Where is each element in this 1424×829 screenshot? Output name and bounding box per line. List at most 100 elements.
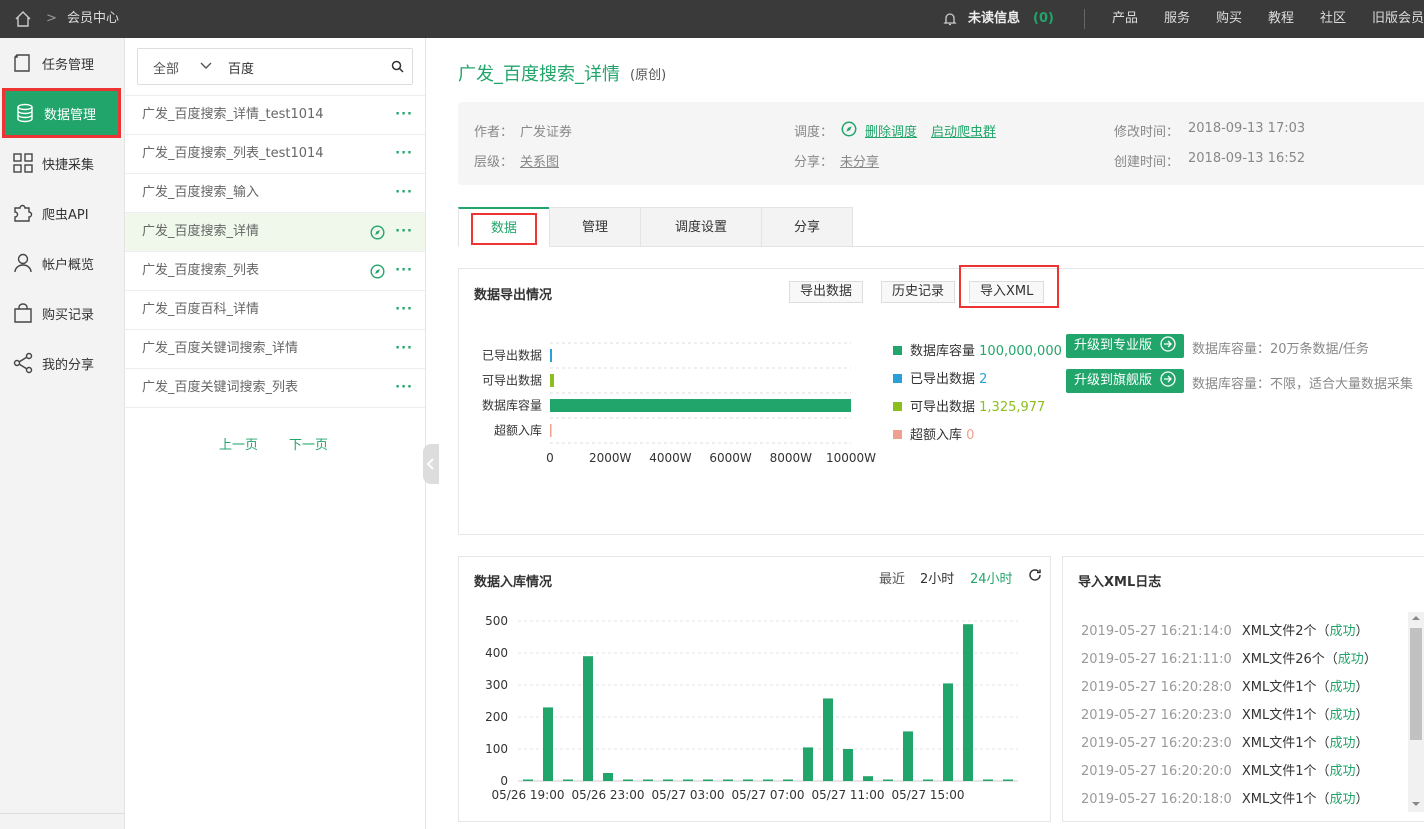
unread-label[interactable]: 未读信息 (968, 0, 1020, 38)
delete-schedule-link[interactable]: 删除调度 (865, 121, 917, 140)
bell-icon[interactable] (942, 0, 958, 38)
tab-share[interactable]: 分享 (761, 207, 853, 247)
range-24h-option[interactable]: 24小时 (970, 568, 1013, 587)
export-title: 数据导出情况 (474, 288, 553, 303)
log-row: 2019-05-27 16:20:23:0 XML文件1个（成功） (1081, 732, 1369, 751)
list-item[interactable]: 广发_百度百科_详情 ··· (125, 291, 425, 330)
compass-icon[interactable] (370, 225, 385, 240)
scrollbar-thumb[interactable] (1410, 628, 1422, 740)
sidebar-item-account[interactable]: 帐户概览 (0, 238, 125, 288)
legend-swatch (893, 374, 902, 383)
bar (703, 779, 713, 781)
more-icon[interactable]: ··· (395, 291, 413, 329)
nav-services[interactable]: 服务 (1164, 0, 1190, 38)
list-item[interactable]: 广发_百度搜索_输入 ··· (125, 174, 425, 213)
more-icon[interactable]: ··· (395, 213, 413, 251)
prev-page-link[interactable]: 上一页 (219, 434, 258, 453)
log-row: 2019-05-27 16:21:11:0 XML文件26个（成功） (1081, 648, 1377, 667)
scrollbar[interactable] (1408, 612, 1424, 812)
bar (523, 779, 533, 781)
search-input[interactable]: 百度 (228, 58, 254, 77)
tab-label: 调度设置 (674, 220, 727, 235)
sidebar-item-quick[interactable]: 快捷采集 (0, 138, 125, 188)
list-item[interactable]: 广发_百度关键词搜索_详情 ··· (125, 330, 425, 369)
nav-tutorials[interactable]: 教程 (1268, 0, 1294, 38)
nav-old-member[interactable]: 旧版会员 (1372, 0, 1424, 38)
tab-data[interactable]: 数据 (458, 207, 550, 247)
more-icon[interactable]: ··· (395, 96, 413, 134)
more-icon[interactable]: ··· (395, 252, 413, 290)
tab-manage[interactable]: 管理 (549, 207, 641, 247)
paren: ） (1355, 708, 1369, 723)
tick-label: 05/27 03:00 (652, 788, 725, 802)
list-item-label: 广发_百度搜索_列表_test1014 (142, 146, 324, 161)
list-item[interactable]: 广发_百度搜索_列表 ··· (125, 252, 425, 291)
unread-count[interactable]: (0) (1033, 0, 1054, 38)
legend-swatch (893, 430, 902, 439)
list-item-selected[interactable]: 广发_百度搜索_详情 ··· (125, 213, 425, 252)
search-icon[interactable] (391, 60, 404, 73)
upgrade-pro-button[interactable]: 升级到专业版 (1066, 334, 1185, 358)
export-data-button[interactable]: 导出数据 (789, 281, 864, 303)
sidebar-item-purchases[interactable]: 购买记录 (0, 288, 125, 338)
refresh-icon[interactable] (1027, 567, 1043, 583)
origin-tag: (原创) (630, 68, 667, 83)
ingest-title: 数据入库情况 (474, 575, 553, 590)
history-button[interactable]: 历史记录 (881, 281, 956, 303)
level-link[interactable]: 关系图 (520, 151, 559, 170)
list-item[interactable]: 广发_百度关键词搜索_列表 ··· (125, 369, 425, 408)
paren: （ (1316, 736, 1330, 751)
compass-icon[interactable] (370, 264, 385, 279)
more-icon[interactable]: ··· (395, 135, 413, 173)
start-cluster-link[interactable]: 启动爬虫群 (931, 121, 996, 140)
list-item[interactable]: 广发_百度搜索_列表_test1014 ··· (125, 135, 425, 174)
home-icon[interactable] (14, 0, 32, 38)
more-icon[interactable]: ··· (395, 330, 413, 368)
bar (823, 698, 833, 781)
tick-label: 0 (546, 451, 554, 465)
list-item[interactable]: 广发_百度搜索_详情_test1014 ··· (125, 96, 425, 135)
chevron-down-icon[interactable] (200, 62, 212, 70)
upgrade-flagship-button[interactable]: 升级到旗舰版 (1066, 369, 1185, 393)
sidebar-item-api[interactable]: 爬虫API (0, 188, 125, 238)
nav-products[interactable]: 产品 (1112, 0, 1138, 38)
collapse-handle[interactable] (423, 444, 439, 484)
sidebar-item-label: 爬虫API (42, 207, 89, 223)
scroll-up-icon[interactable] (1408, 612, 1424, 624)
log-status: 成功 (1329, 680, 1356, 695)
log-status: 成功 (1329, 792, 1356, 807)
created-value: 2018-09-13 16:52 (1188, 151, 1306, 166)
more-icon[interactable]: ··· (395, 174, 413, 212)
sidebar-item-data[interactable]: 数据管理 (2, 88, 121, 138)
sidebar-item-shares[interactable]: 我的分享 (0, 338, 125, 388)
nav-purchase[interactable]: 购买 (1216, 0, 1242, 38)
legend-label: 已导出数据 (910, 372, 976, 387)
export-bar-chart: 已导出数据可导出数据数据库容量超额入库 0 2000W 4000W 6000W 8000W… (482, 342, 876, 465)
tick-label: 2000W (589, 451, 632, 465)
divider (852, 246, 1424, 247)
bar (550, 349, 552, 362)
scroll-down-icon[interactable] (1408, 798, 1424, 810)
next-page-link[interactable]: 下一页 (289, 434, 328, 453)
bar (883, 779, 893, 781)
task-icon (14, 54, 30, 72)
bar (963, 624, 973, 781)
bar (543, 707, 553, 781)
more-icon[interactable]: ··· (395, 369, 413, 407)
filter-select[interactable]: 全部 (153, 58, 179, 77)
nav-community[interactable]: 社区 (1320, 0, 1346, 38)
legend-swatch (893, 346, 902, 355)
breadcrumb[interactable]: 会员中心 (67, 0, 119, 38)
arrow-right-circle-icon (1160, 336, 1176, 352)
log-time: 2019-05-27 16:20:28:0 (1081, 680, 1232, 695)
paren: ） (1355, 764, 1369, 779)
import-xml-button[interactable]: 导入XML (969, 281, 1045, 303)
range-2h-option[interactable]: 2小时 (920, 568, 954, 587)
list-item-label: 广发_百度搜索_详情 (142, 224, 260, 239)
tab-schedule[interactable]: 调度设置 (640, 207, 762, 247)
log-status: 成功 (1329, 624, 1356, 639)
task-list-panel: 全部 百度 广发_百度搜索_详情_test1014 ··· 广发_百度搜索_列表_… (125, 38, 439, 829)
share-link[interactable]: 未分享 (840, 151, 879, 170)
sidebar-item-tasks[interactable]: 任务管理 (0, 38, 125, 88)
tab-label: 分享 (793, 220, 820, 235)
